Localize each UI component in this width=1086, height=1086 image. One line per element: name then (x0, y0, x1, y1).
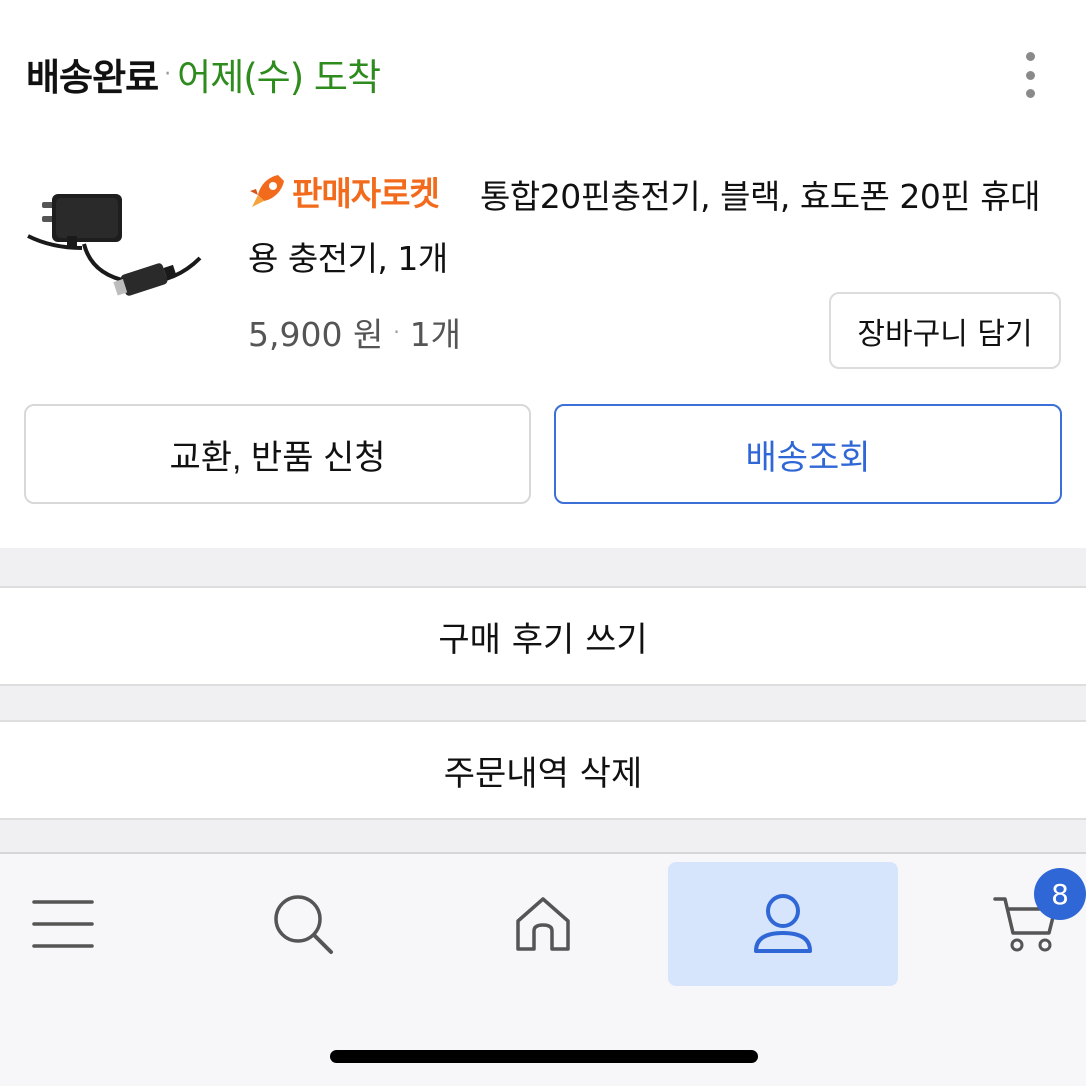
section-divider (0, 686, 1086, 720)
track-delivery-button[interactable]: 배송조회 (554, 404, 1062, 504)
rocket-seller-badge: 판매자로켓 (248, 166, 440, 216)
section-divider (0, 820, 1086, 852)
delete-order-button[interactable]: 주문내역 삭제 (0, 720, 1086, 820)
quantity: 1개 (409, 315, 462, 354)
home-icon (516, 897, 570, 951)
nav-menu[interactable] (0, 862, 126, 986)
nav-my-account[interactable] (668, 862, 898, 986)
separator-dot: · (393, 320, 400, 344)
price: 5,900 원 (248, 315, 384, 354)
price-row: 5,900 원 · 1개 (248, 306, 461, 358)
search-icon (274, 895, 333, 954)
separator-dot: · (164, 61, 172, 87)
user-icon (754, 894, 812, 953)
badge-label: 판매자로켓 (292, 174, 440, 213)
section-divider (0, 548, 1086, 586)
arrival-date: 어제(수) 도착 (177, 56, 381, 99)
rocket-icon (250, 175, 284, 207)
more-options-icon[interactable] (1020, 52, 1040, 98)
delivery-status: 배송완료 (26, 56, 159, 99)
exchange-return-button[interactable]: 교환, 반품 신청 (24, 404, 531, 504)
cart-count-badge: 8 (1034, 868, 1086, 920)
nav-search[interactable] (238, 862, 368, 986)
order-status-row: 배송완료 · 어제(수) 도착 (26, 48, 1066, 100)
nav-home[interactable] (478, 862, 608, 986)
home-indicator[interactable] (330, 1050, 758, 1063)
menu-icon (32, 900, 94, 948)
add-to-cart-button[interactable]: 장바구니 담기 (829, 292, 1061, 369)
write-review-button[interactable]: 구매 후기 쓰기 (0, 586, 1086, 686)
product-image[interactable] (22, 186, 204, 310)
